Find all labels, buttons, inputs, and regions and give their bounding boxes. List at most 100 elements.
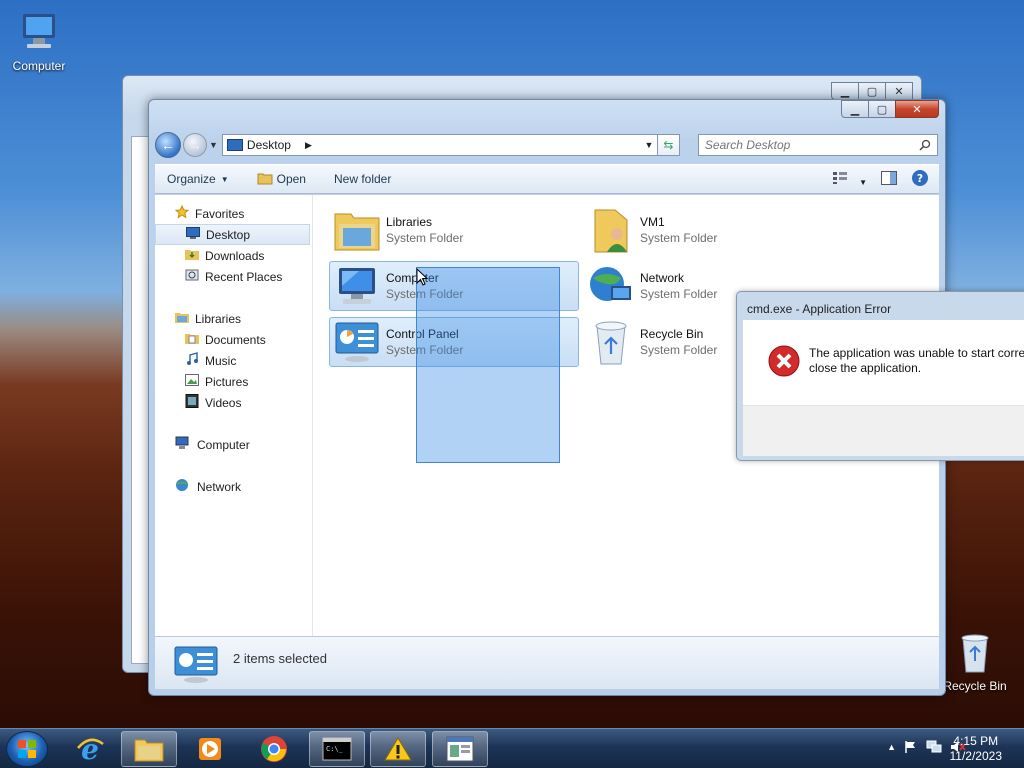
taskbar-internet-explorer[interactable]: e (62, 731, 118, 767)
close-button[interactable]: ✕ (885, 82, 913, 100)
open-button[interactable]: Open (257, 171, 306, 188)
taskbar-application[interactable] (432, 731, 488, 767)
network-icon (175, 478, 191, 495)
recent-pages-dropdown-icon[interactable]: ▼ (209, 140, 218, 150)
libraries-folder-icon (332, 207, 382, 253)
media-player-icon (199, 738, 221, 760)
videos-icon (185, 394, 199, 411)
organize-label: Organize (167, 172, 216, 186)
minimize-button[interactable]: ▁ (841, 100, 869, 118)
item-vm1[interactable]: VM1 System Folder (583, 205, 833, 255)
desktop-icon (186, 227, 200, 242)
back-button[interactable]: ← (155, 132, 181, 158)
close-button[interactable]: ✕ (895, 100, 939, 118)
recycle-bin-icon (586, 319, 636, 365)
windows-logo-icon (18, 740, 36, 758)
mouse-cursor-icon (416, 268, 428, 286)
refresh-icon: ⇆ (663, 138, 674, 152)
taskbar-chrome[interactable] (246, 731, 302, 767)
desktop-icon-computer[interactable]: Computer (3, 10, 75, 73)
address-bar[interactable]: Desktop ▶ ▼ (221, 134, 658, 156)
documents-icon (185, 332, 199, 347)
control-panel-icon (174, 646, 218, 683)
item-name: VM1 (640, 215, 665, 229)
star-icon (174, 204, 190, 222)
preview-pane-icon[interactable] (881, 171, 897, 188)
network-icon (586, 263, 636, 309)
taskbar-windows-explorer[interactable] (121, 731, 177, 767)
nav-label: Documents (205, 332, 266, 347)
item-name: Libraries (386, 215, 433, 229)
maximize-button[interactable]: ▢ (858, 82, 886, 100)
internet-explorer-icon: e (77, 734, 104, 764)
new-folder-label: New folder (333, 172, 392, 186)
nav-pictures[interactable]: Pictures (155, 371, 312, 392)
action-center-flag-icon[interactable] (904, 740, 918, 754)
nav-libraries[interactable]: Libraries (155, 308, 312, 329)
nav-music[interactable]: Music (155, 350, 312, 371)
music-icon (185, 352, 199, 369)
network-status-icon[interactable] (926, 740, 942, 754)
nav-downloads[interactable]: Downloads (155, 245, 312, 266)
user-folder-icon (586, 207, 636, 253)
nav-label: Libraries (195, 311, 242, 326)
maximize-button[interactable]: ▢ (868, 100, 896, 118)
new-folder-button[interactable]: New folder (334, 172, 391, 186)
clock[interactable]: 4:15 PM 11/2/2023 (950, 734, 1003, 764)
svg-text:C:\_: C:\_ (326, 745, 344, 753)
computer-icon (175, 436, 191, 453)
nav-recent-places[interactable]: Recent Places (155, 266, 312, 287)
nav-label: Recent Places (205, 269, 283, 284)
command-bar: Organize ▼ Open New folder ▼ ? (155, 164, 939, 194)
navigation-bar: ← → ▼ Desktop ▶ ▼ ⇆ (155, 130, 939, 160)
nav-computer[interactable]: Computer (155, 434, 312, 455)
help-icon[interactable]: ? (911, 169, 929, 190)
item-libraries[interactable]: Libraries System Folder (329, 205, 579, 255)
dialog-message-line: The application was unable to start corr… (809, 346, 1024, 360)
item-name: Recycle Bin (640, 327, 704, 341)
application-window-icon (446, 736, 474, 762)
nav-desktop[interactable]: Desktop (155, 224, 310, 245)
taskbar-warning[interactable] (370, 731, 426, 767)
libraries-icon (175, 311, 189, 326)
chrome-icon (261, 736, 287, 762)
computer-icon (3, 10, 75, 57)
nav-documents[interactable]: Documents (155, 329, 312, 350)
taskbar-media-player[interactable] (182, 731, 238, 767)
start-button[interactable] (6, 731, 48, 767)
search-input[interactable] (704, 138, 919, 152)
forward-button[interactable]: → (183, 133, 207, 157)
search-box[interactable] (697, 134, 938, 156)
nav-label: Videos (205, 395, 242, 410)
details-pane: 2 items selected (155, 636, 939, 689)
desktop-icon (226, 139, 243, 151)
minimize-button[interactable]: ▁ (831, 82, 859, 100)
chevron-down-icon[interactable]: ▼ (641, 140, 657, 150)
chevron-right-icon[interactable]: ▶ (305, 140, 312, 151)
taskbar-cmd[interactable]: C:\_ (309, 731, 365, 767)
error-dialog[interactable]: cmd.exe - Application Error The applicat… (736, 291, 1024, 461)
show-hidden-icons-button[interactable]: ▲ (887, 742, 896, 752)
svg-text:?: ? (917, 172, 923, 185)
clock-time: 4:15 PM (953, 734, 999, 748)
desktop-icon-recycle-bin[interactable]: Recycle Bin (939, 630, 1011, 693)
dialog-button-area (743, 406, 1024, 456)
search-icon (919, 139, 931, 151)
control-panel-icon (332, 319, 382, 365)
nav-videos[interactable]: Videos (155, 392, 312, 413)
organize-button[interactable]: Organize ▼ (167, 172, 229, 186)
refresh-button[interactable]: ⇆ (657, 134, 680, 156)
nav-favorites[interactable]: Favorites (155, 203, 312, 224)
nav-label: Music (205, 353, 237, 368)
nav-label: Downloads (205, 248, 265, 263)
svg-text:e: e (81, 734, 99, 764)
selection-rectangle (416, 267, 560, 463)
item-type: System Folder (386, 231, 464, 245)
nav-label: Network (197, 479, 242, 494)
dialog-message-line: close the application. (809, 361, 922, 375)
chevron-down-icon: ▼ (220, 174, 229, 184)
recent-places-icon (185, 269, 199, 284)
item-name: Network (640, 271, 685, 285)
view-options-icon[interactable]: ▼ (832, 171, 867, 188)
nav-network[interactable]: Network (155, 476, 312, 497)
